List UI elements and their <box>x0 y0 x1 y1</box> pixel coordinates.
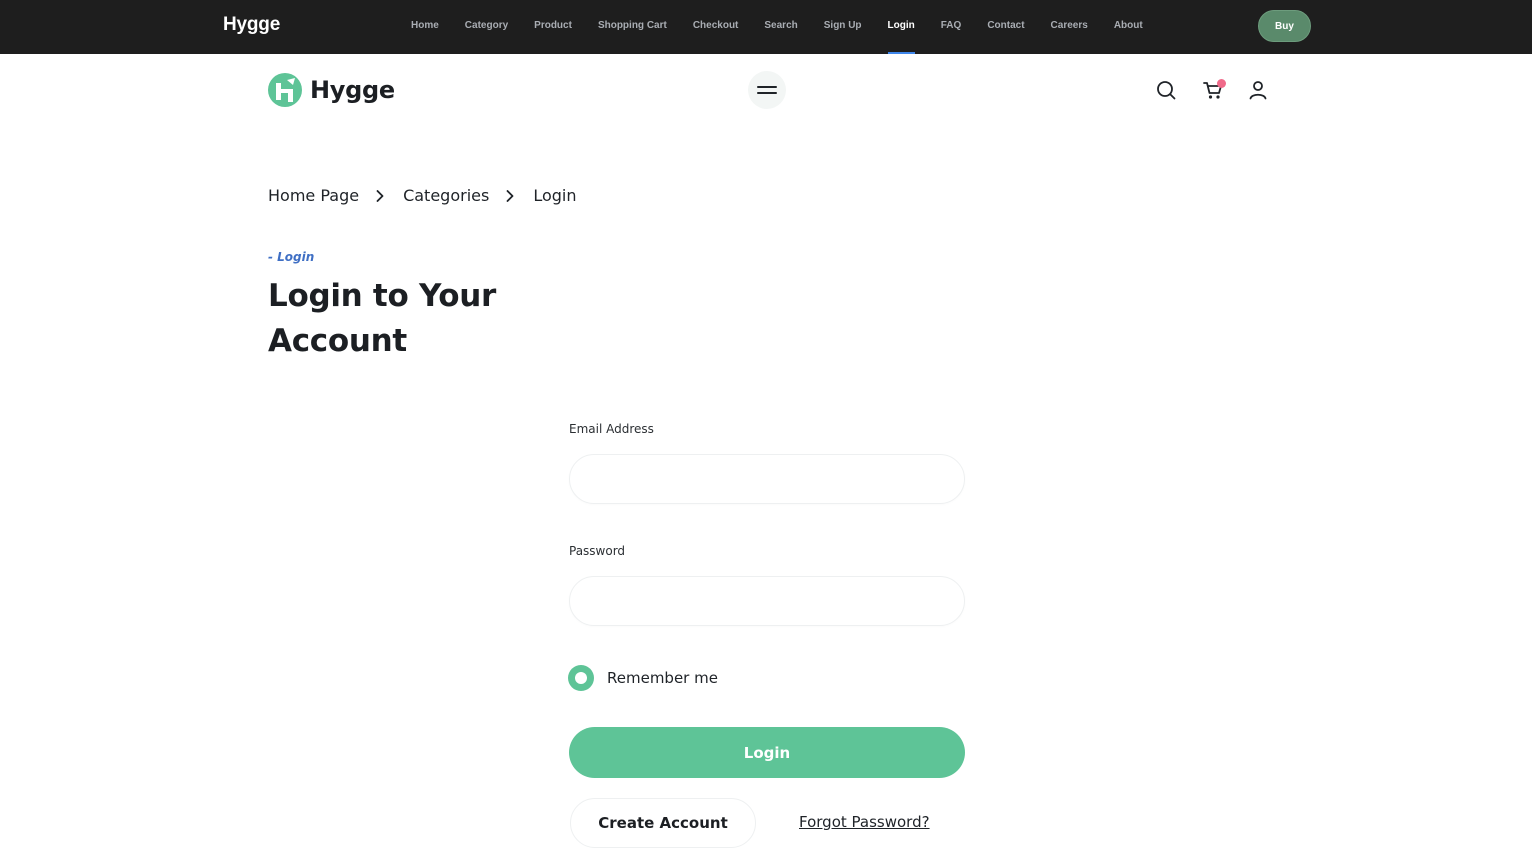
remember-me-radio[interactable] <box>568 665 594 691</box>
email-field[interactable] <box>569 454 965 504</box>
chevron-right-icon <box>376 189 384 202</box>
top-nav-search[interactable]: Search <box>764 0 797 54</box>
remember-me-label: Remember me <box>607 669 718 687</box>
page-title: Login to Your Account <box>268 278 496 359</box>
top-nav-login[interactable]: Login <box>887 0 915 54</box>
email-label: Email Address <box>569 422 654 436</box>
search-icon[interactable] <box>1155 79 1177 101</box>
top-nav-careers[interactable]: Careers <box>1051 0 1088 54</box>
password-label: Password <box>569 544 626 558</box>
logo-icon <box>268 73 302 107</box>
password-field[interactable] <box>569 576 965 626</box>
top-bar: Hygge Home Category Product Shopping Car… <box>0 0 1532 54</box>
topbar-brand[interactable]: Hygge <box>223 14 280 36</box>
top-nav-checkout[interactable]: Checkout <box>693 0 739 54</box>
menu-button[interactable] <box>748 71 786 109</box>
top-nav-about[interactable]: About <box>1114 0 1143 54</box>
forgot-password-link[interactable]: Forgot Password? <box>799 813 930 831</box>
create-account-button[interactable]: Create Account <box>570 798 756 848</box>
top-nav-category[interactable]: Category <box>465 0 508 54</box>
top-nav: Home Category Product Shopping Cart Chec… <box>398 0 1156 54</box>
buy-button[interactable]: Buy <box>1258 10 1311 42</box>
cart-badge <box>1217 79 1226 88</box>
top-nav-contact[interactable]: Contact <box>987 0 1024 54</box>
top-nav-home[interactable]: Home <box>411 0 439 54</box>
top-nav-product[interactable]: Product <box>534 0 572 54</box>
breadcrumb-home[interactable]: Home Page <box>268 186 359 205</box>
remember-me[interactable]: Remember me <box>568 665 718 691</box>
login-button[interactable]: Login <box>569 727 965 778</box>
site-logo[interactable]: Hygge <box>267 72 395 108</box>
breadcrumb-current: Login <box>533 186 577 205</box>
breadcrumb-categories[interactable]: Categories <box>403 186 489 205</box>
menu-icon <box>757 86 777 94</box>
logo-text: Hygge <box>310 76 395 104</box>
top-nav-shopping-cart[interactable]: Shopping Cart <box>598 0 667 54</box>
user-icon[interactable] <box>1247 79 1269 101</box>
top-nav-faq[interactable]: FAQ <box>941 0 962 54</box>
top-nav-sign-up[interactable]: Sign Up <box>824 0 862 54</box>
chevron-right-icon <box>506 189 514 202</box>
page-eyebrow: - Login <box>268 250 315 264</box>
breadcrumb: Home Page Categories Login <box>268 186 577 205</box>
